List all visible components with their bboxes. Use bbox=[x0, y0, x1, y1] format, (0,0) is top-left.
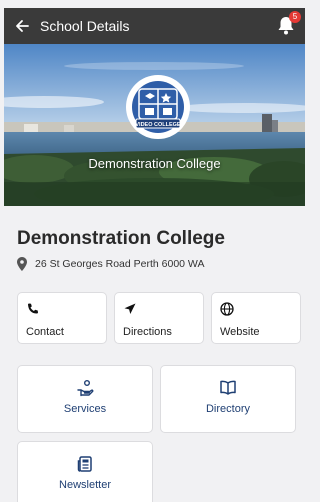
notifications-button[interactable]: 5 bbox=[275, 11, 301, 38]
contact-button[interactable]: Contact bbox=[17, 292, 107, 344]
directions-button[interactable]: Directions bbox=[114, 292, 204, 344]
navigation-arrow-icon bbox=[124, 303, 136, 314]
website-button[interactable]: Website bbox=[211, 292, 301, 344]
school-address: 26 St Georges Road Perth 6000 WA bbox=[17, 257, 204, 271]
back-button[interactable] bbox=[8, 8, 36, 44]
app-bar: School Details 5 bbox=[4, 8, 305, 44]
contact-label: Contact bbox=[26, 326, 64, 338]
newsletter-label: Newsletter bbox=[59, 479, 111, 491]
newspaper-icon bbox=[77, 456, 92, 472]
directions-label: Directions bbox=[123, 326, 172, 338]
globe-icon bbox=[220, 302, 234, 316]
address-text: 26 St Georges Road Perth 6000 WA bbox=[35, 258, 205, 270]
book-icon bbox=[220, 380, 236, 395]
school-logo: VIDEO COLLEGE bbox=[126, 75, 190, 139]
school-name: Demonstration College bbox=[17, 228, 225, 249]
hero-banner: VIDEO COLLEGE Demonstration College bbox=[4, 44, 305, 206]
newsletter-tile[interactable]: Newsletter bbox=[17, 441, 153, 502]
services-label: Services bbox=[63, 403, 107, 415]
directory-tile[interactable]: Directory bbox=[160, 365, 296, 433]
website-label: Website bbox=[220, 326, 260, 338]
map-pin-icon bbox=[17, 257, 27, 271]
arrow-left-icon bbox=[16, 20, 29, 32]
page-title: School Details bbox=[40, 18, 130, 34]
services-tile[interactable]: Services bbox=[17, 365, 153, 433]
logo-banner-text: VIDEO COLLEGE bbox=[135, 122, 181, 128]
notification-badge: 5 bbox=[289, 11, 301, 23]
phone-icon bbox=[28, 303, 38, 314]
hero-caption: Demonstration College bbox=[88, 156, 221, 171]
hand-service-icon bbox=[77, 380, 94, 397]
directory-label: Directory bbox=[205, 403, 250, 415]
